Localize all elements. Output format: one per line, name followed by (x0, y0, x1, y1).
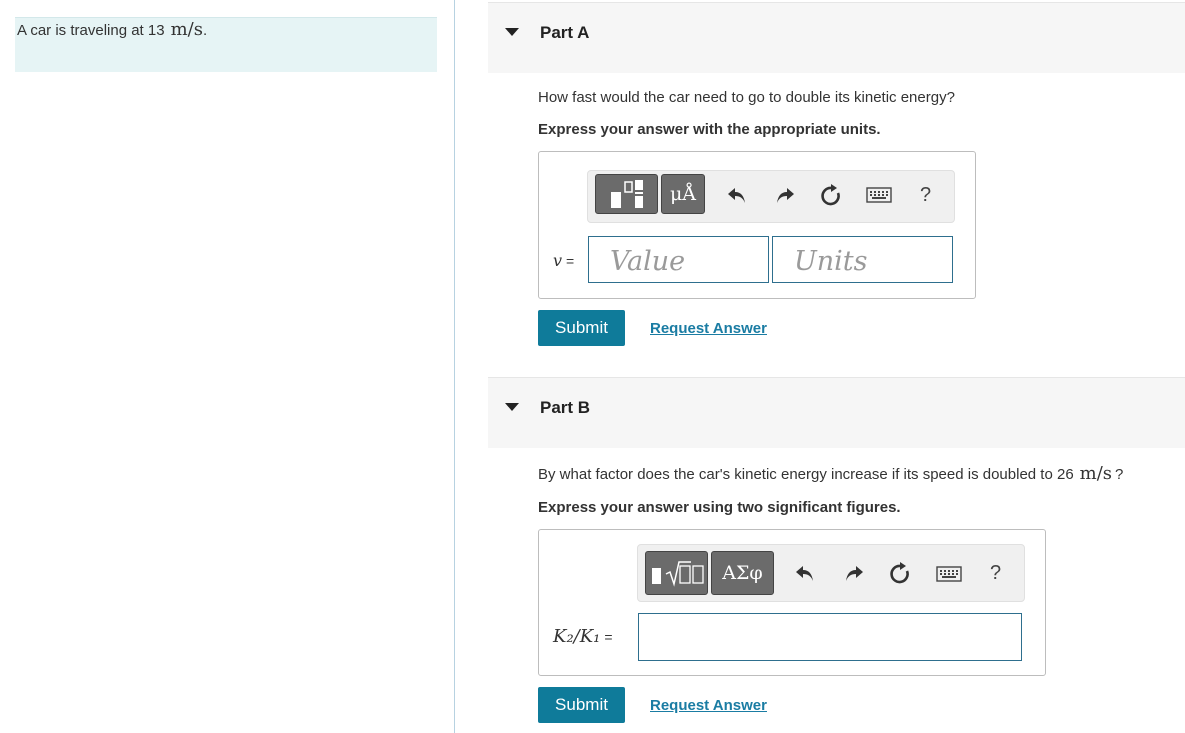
templates-button[interactable] (595, 174, 658, 214)
part-b-request-answer-link[interactable]: Request Answer (650, 697, 767, 714)
part-a-title: Part A (540, 23, 590, 42)
part-b-header[interactable]: Part B (488, 377, 1185, 448)
part-b-answer-box: ΑΣφ ? K₂/K₁ = (538, 529, 1046, 676)
undo-icon[interactable] (793, 561, 817, 585)
redo-icon[interactable] (773, 183, 797, 207)
part-a-toolbar: μÅ ? (587, 170, 955, 223)
part-b-variable-label: K₂/K₁ = (553, 626, 613, 647)
part-b-toolbar: ΑΣφ ? (637, 544, 1025, 602)
part-b-submit-button[interactable]: Submit (538, 687, 625, 723)
undo-icon[interactable] (725, 183, 749, 207)
units-button[interactable]: μÅ (661, 174, 705, 214)
part-a-instruction: Express your answer with the appropriate… (538, 121, 881, 138)
part-b-title: Part B (540, 398, 591, 417)
part-b-question: By what factor does the car's kinetic en… (538, 463, 1124, 484)
help-icon[interactable]: ? (920, 184, 931, 207)
greek-button[interactable]: ΑΣφ (711, 551, 774, 595)
keyboard-icon[interactable] (935, 564, 963, 584)
part-a-question: How fast would the car need to go to dou… (538, 89, 955, 106)
part-a-variable-label: v = (553, 251, 575, 270)
part-b-instruction: Express your answer using two significan… (538, 499, 901, 516)
templates-icon (610, 180, 643, 208)
reset-icon[interactable] (888, 561, 912, 587)
help-icon[interactable]: ? (990, 562, 1001, 585)
problem-statement: A car is traveling at 13 m/s. (17, 19, 208, 40)
intro-unit: m/s (170, 19, 203, 40)
caret-down-icon[interactable] (505, 28, 519, 36)
redo-icon[interactable] (842, 561, 866, 585)
part-a-submit-button[interactable]: Submit (538, 310, 625, 346)
part-a-header[interactable]: Part A (488, 2, 1185, 73)
part-a-request-answer-link[interactable]: Request Answer (650, 320, 767, 337)
value-input[interactable] (588, 236, 769, 283)
math-templates-button[interactable] (645, 551, 708, 595)
sqrt-templates-icon (651, 561, 704, 587)
part-a-answer-box: μÅ ? v = (538, 151, 976, 299)
panel-divider (454, 0, 455, 733)
reset-icon[interactable] (819, 183, 843, 209)
ratio-input[interactable] (638, 613, 1022, 661)
units-input[interactable] (772, 236, 953, 283)
caret-down-icon[interactable] (505, 403, 519, 411)
keyboard-icon[interactable] (865, 185, 893, 205)
